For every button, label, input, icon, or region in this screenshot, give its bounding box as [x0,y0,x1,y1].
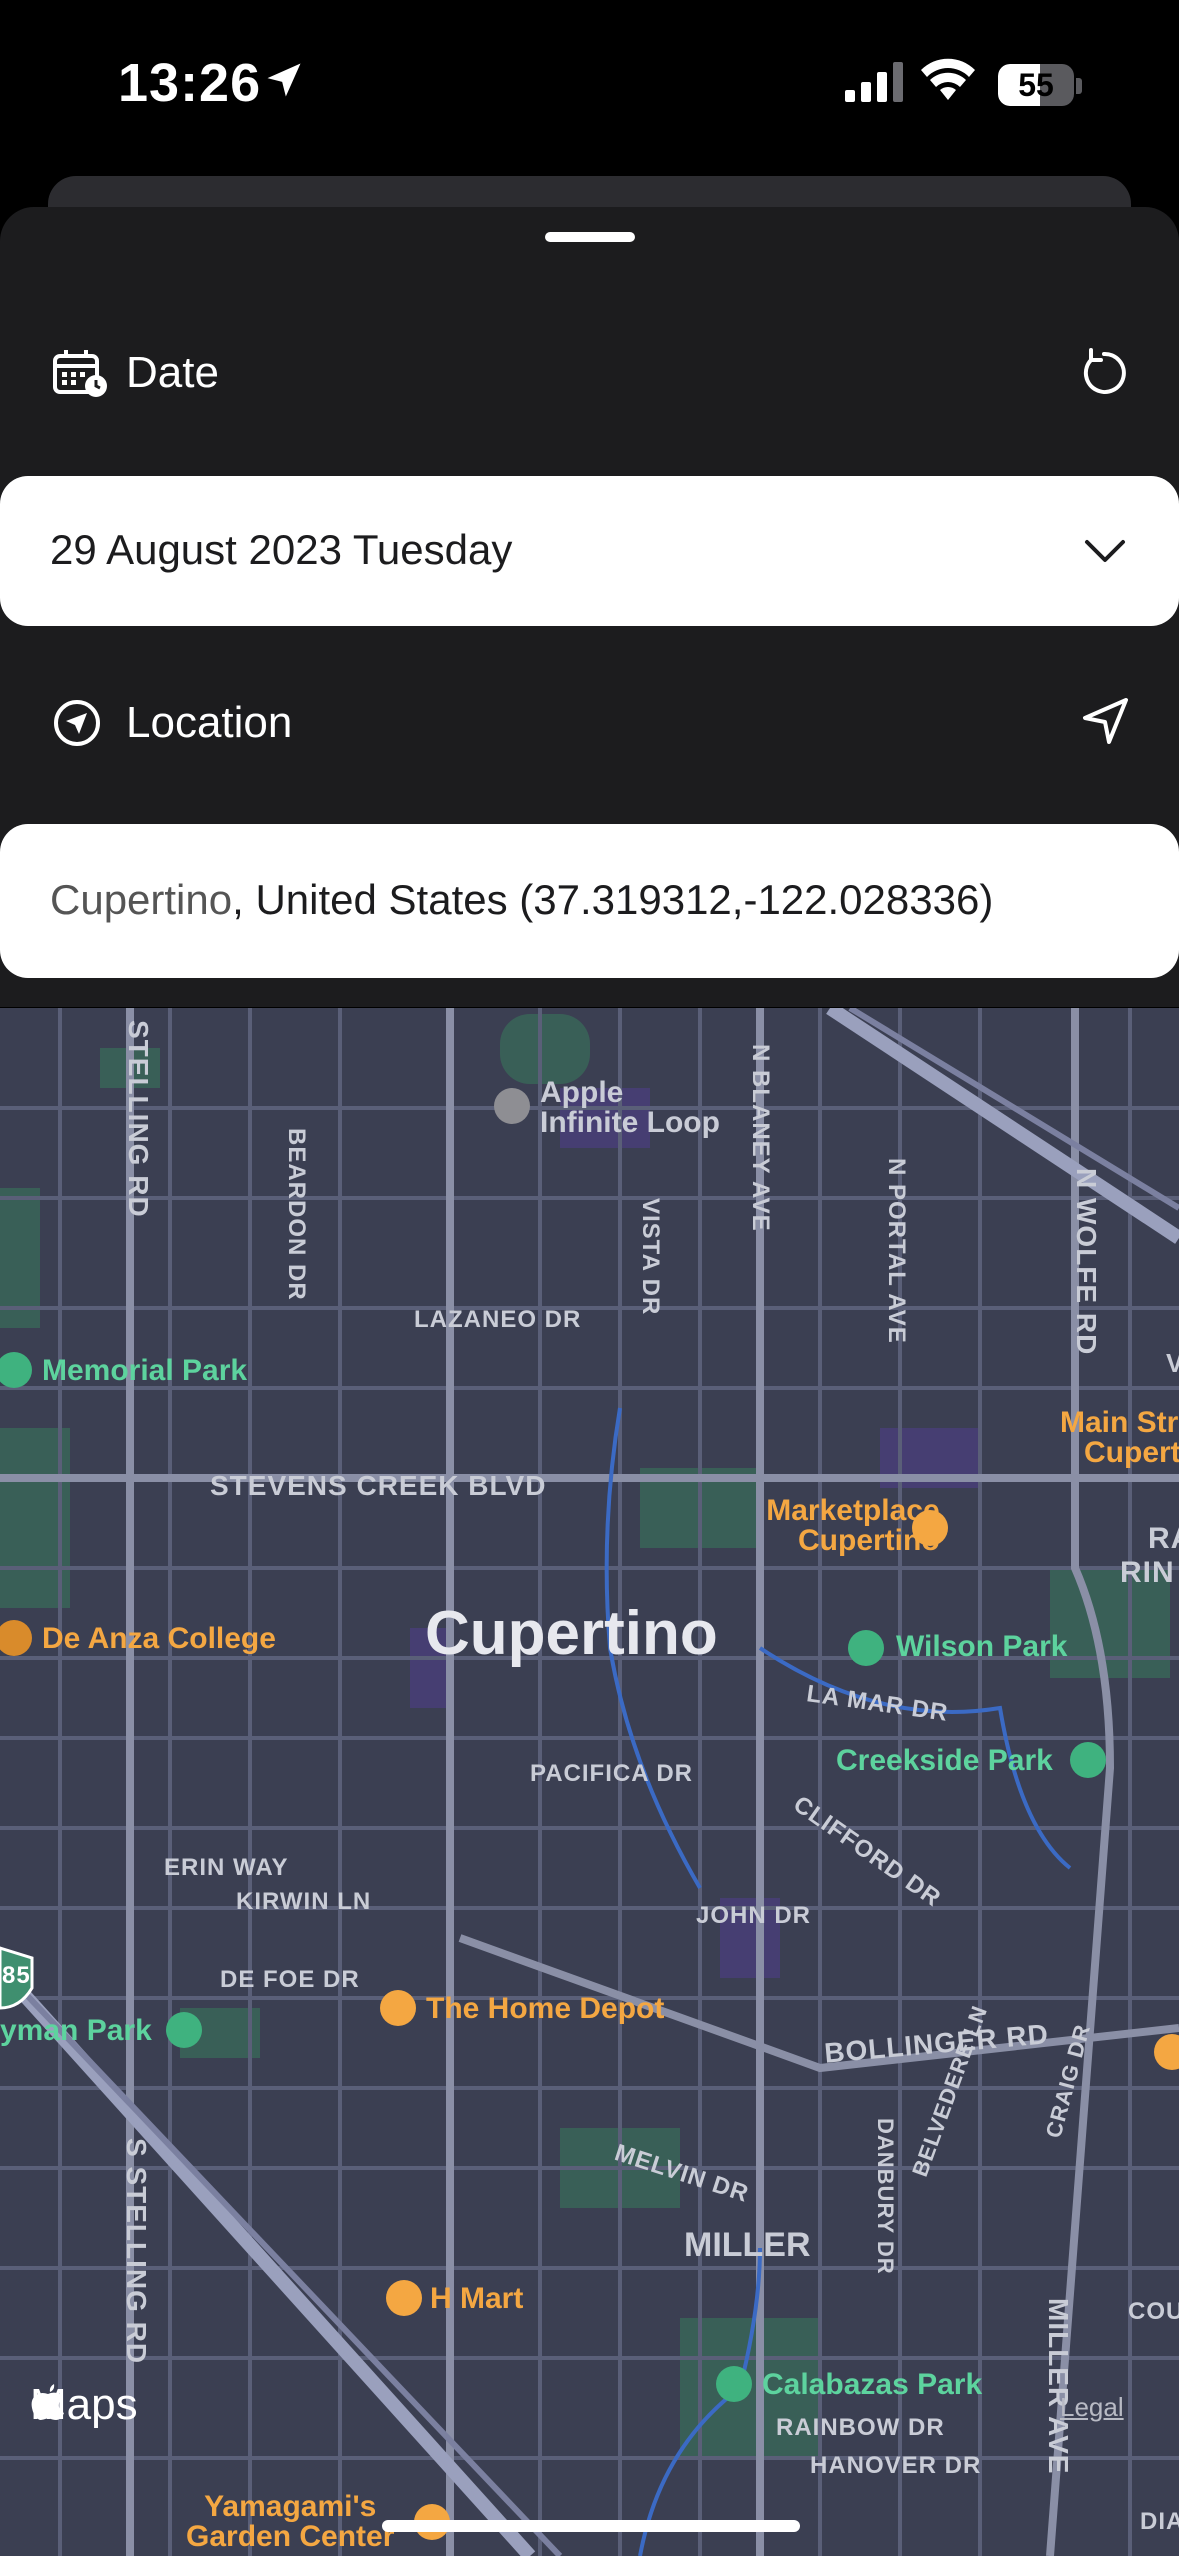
status-time: 13:26 [118,53,262,113]
map-label-partial: RIN [1120,1556,1175,1589]
battery-indicator: 55 [998,64,1074,106]
wifi-icon [921,58,975,100]
street-label: STELLING RD [123,1020,154,1218]
poi-wyman-park[interactable]: yman Park [0,2014,152,2048]
location-place: Cupertino [50,876,233,923]
street-label: S STELLING RD [121,2138,152,2365]
battery-percent: 55 [1018,67,1054,103]
poi-de-anza-college[interactable]: De Anza College [42,1622,276,1656]
reset-icon[interactable] [1077,346,1131,400]
highway-number: 85 [2,1962,31,1989]
street-label: COU [1128,2298,1179,2325]
date-header: Date [0,330,1179,420]
location-field[interactable]: Cupertino, United States (37.319312,-122… [0,824,1179,978]
chevron-down-icon [1085,540,1125,562]
poi-marketplace[interactable]: Marketplace Cupertino [718,1496,939,1556]
location-services-icon [267,63,301,97]
location-label: Location [126,698,293,747]
home-indicator[interactable] [382,2520,800,2532]
location-value: Cupertino, United States (37.319312,-122… [50,876,993,924]
compass-icon [54,700,100,746]
poi-main-street[interactable]: Main Str Cupert [1060,1408,1179,1468]
map-label-partial: RA [1148,1522,1179,1555]
date-value: 29 August 2023 Tuesday [50,526,513,573]
cellular-signal-icon [845,62,903,102]
apple-maps-logo: Maps [30,2380,138,2429]
street-label: STEVENS CREEK BLVD [210,1470,547,1501]
street-label: N WOLFE RD [1071,1168,1102,1356]
street-label: LAZANEO DR [414,1306,582,1333]
street-label: JOHN DR [696,1902,812,1929]
date-label: Date [126,348,219,397]
street-label: N BLANEY AVE [747,1044,774,1232]
status-bar: 13:26 55 [0,0,1179,180]
poi-memorial-park[interactable]: Memorial Park [42,1354,247,1388]
street-label: KIRWIN LN [236,1888,372,1915]
current-location-icon[interactable] [1081,696,1131,746]
street-label: DANBURY DR [873,2118,898,2275]
poi-home-depot[interactable]: The Home Depot [426,1992,664,2026]
street-label: DE FOE DR [220,1966,360,1993]
street-label: HANOVER DR [810,2452,982,2479]
street-label: RAINBOW DR [776,2414,945,2441]
poi-yamagami[interactable]: Yamagami's Garden Center [186,2492,394,2552]
calendar-clock-icon [53,350,107,397]
street-label: DIA [1140,2508,1179,2535]
poi-h-mart[interactable]: H Mart [430,2282,523,2316]
sheet-grabber[interactable] [545,232,635,242]
location-header: Location [0,680,1179,770]
apple-logo-icon [31,2384,65,2420]
location-coordinates: , United States (37.319312,-122.028336) [232,876,994,923]
map-district-label: MILLER [684,2226,811,2264]
map-label-partial: V [1166,1348,1179,1378]
street-label: VISTA DR [637,1198,664,1316]
street-label: BEARDON DR [283,1128,310,1301]
street-label: PACIFICA DR [530,1760,693,1787]
map-view[interactable]: STELLING RD BEARDON DR LAZANEO DR VISTA … [0,1008,1179,2556]
date-picker[interactable]: 29 August 2023 Tuesday [0,476,1179,626]
poi-creekside-park[interactable]: Creekside Park [836,1744,1053,1778]
street-label: MILLER AVE [1043,2298,1074,2475]
street-label: N PORTAL AVE [883,1158,910,1344]
legal-link[interactable]: Legal [1060,2392,1124,2423]
poi-calabazas-park[interactable]: Calabazas Park [762,2368,982,2402]
poi-wilson-park[interactable]: Wilson Park [896,1630,1067,1664]
map-city-label: Cupertino [425,1599,718,1668]
street-label: ERIN WAY [164,1854,289,1881]
battery-nub [1076,78,1082,94]
poi-apple[interactable]: Apple Infinite Loop [540,1078,720,1138]
